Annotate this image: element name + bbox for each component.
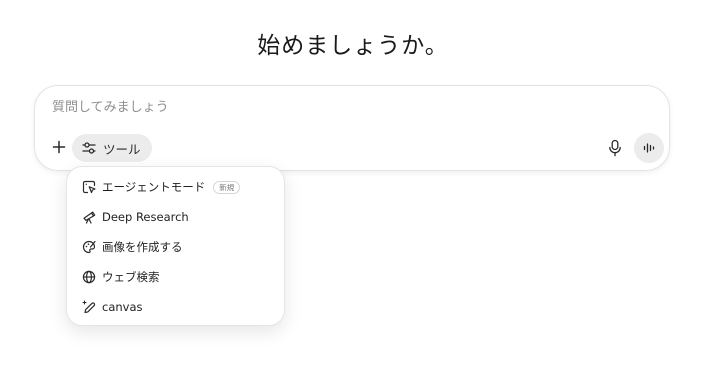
dictate-button[interactable]	[604, 136, 626, 160]
voice-mode-button[interactable]	[634, 133, 664, 163]
menu-item-label: ウェブ検索	[102, 270, 160, 284]
menu-item-label: canvas	[102, 300, 143, 314]
menu-item-deep-research[interactable]: Deep Research	[73, 204, 278, 230]
microphone-icon	[608, 139, 622, 157]
page-headline: 始めましょうか。	[257, 33, 449, 59]
menu-item-canvas[interactable]: canvas	[73, 294, 278, 320]
plus-icon	[51, 139, 67, 155]
globe-icon	[81, 269, 97, 285]
prompt-composer: ツール	[34, 85, 670, 171]
add-attachment-button[interactable]	[48, 136, 70, 158]
menu-item-label: Deep Research	[102, 210, 189, 224]
tools-button[interactable]: ツール	[72, 134, 152, 162]
menu-item-web-search[interactable]: ウェブ検索	[73, 264, 278, 290]
menu-item-label: エージェントモード	[102, 180, 206, 194]
sliders-icon	[81, 140, 97, 156]
tools-button-label: ツール	[103, 141, 141, 157]
palette-icon	[81, 239, 97, 255]
new-badge: 新規	[213, 180, 241, 194]
menu-item-create-image[interactable]: 画像を作成する	[73, 234, 278, 260]
sparkle-pen-icon	[81, 299, 97, 315]
menu-item-label: 画像を作成する	[102, 240, 183, 254]
prompt-input[interactable]	[52, 100, 612, 115]
voice-waveform-icon	[642, 141, 656, 155]
tools-dropdown-menu: エージェントモード 新規 Deep Research 画像を作成する ウェブ検索…	[66, 166, 285, 326]
menu-item-agent-mode[interactable]: エージェントモード 新規	[73, 174, 278, 200]
telescope-icon	[81, 209, 97, 225]
chat-home: 始めましょうか。 ツール	[0, 0, 720, 373]
agent-cursor-icon	[81, 179, 97, 195]
